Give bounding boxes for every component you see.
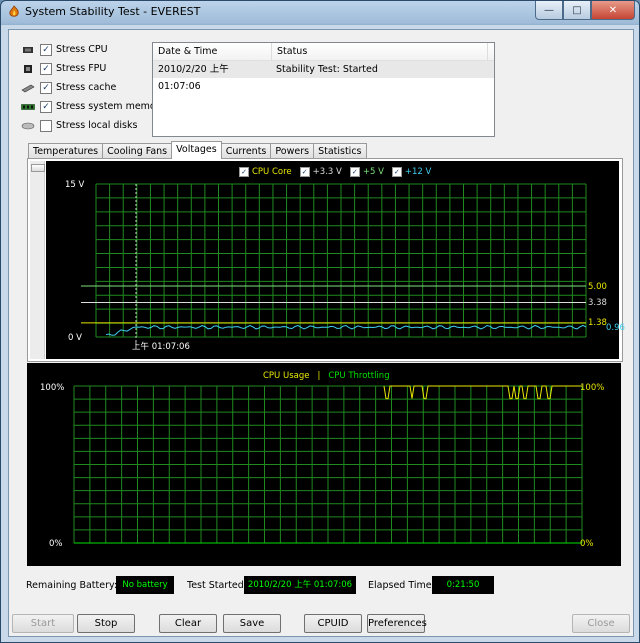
event-log-table[interactable]: Date & Time Status 2010/2/20 上午 01:07:06… [152, 42, 495, 137]
cpu-core-value-label: 1.38 [588, 318, 607, 328]
tab-temperatures[interactable]: Temperatures [28, 143, 104, 159]
usage-chart-svg [73, 385, 583, 544]
legend-cpu-core[interactable]: ✓ CPU Core [239, 167, 292, 177]
battery-value: No battery [116, 576, 174, 594]
legend-cpu-usage-label: CPU Usage [263, 371, 310, 381]
stress-cache-label: Stress cache [56, 82, 117, 93]
stress-memory-label: Stress system memory [56, 101, 166, 112]
cache-icon [21, 84, 35, 92]
title-bar[interactable]: System Stability Test - EVEREST — □ ✕ [1, 1, 639, 23]
legend-separator: | [317, 371, 321, 381]
log-datetime: 2010/2/20 上午 01:07:06 [158, 64, 229, 92]
stress-memory-checkbox[interactable]: ✓ [40, 100, 52, 113]
voltage-y-bottom-label: 0 V [68, 333, 82, 343]
voltage-graph: ✓ CPU Core ✓ +3.3 V ✓ +5 V ✓ +12 V 15 V … [46, 161, 625, 359]
stop-button[interactable]: Stop [77, 614, 135, 633]
stress-cache-option[interactable]: ✓ Stress cache [21, 78, 165, 97]
tab-currents[interactable]: Currents [220, 143, 272, 159]
legend-5v-label: +5 V [362, 167, 384, 177]
window-title: System Stability Test - EVEREST [25, 5, 201, 18]
client-area: ✓ Stress CPU ✓ Stress FPU ✓ Stress cache… [8, 29, 634, 637]
legend-3v3[interactable]: ✓ +3.3 V [299, 167, 342, 177]
tab-voltages[interactable]: Voltages [171, 141, 222, 159]
v5-value-label: 5.00 [588, 282, 607, 292]
stress-fpu-checkbox[interactable]: ✓ [40, 62, 52, 75]
minimize-button[interactable]: — [535, 1, 563, 20]
legend-cpu-throttling-label: CPU Throttling [328, 371, 390, 381]
scrollbar-thumb[interactable] [31, 164, 45, 172]
voltage-chart-svg [81, 183, 587, 345]
table-row[interactable]: 2010/2/20 上午 01:07:06 Stability Test: St… [153, 61, 494, 92]
legend-3v3-label: +3.3 V [312, 167, 342, 177]
test-started-label: Test Started: [187, 580, 248, 591]
everest-app-icon [9, 5, 19, 17]
voltage-x-time-label: 上午 01:07:06 [132, 342, 190, 352]
app-window: System Stability Test - EVEREST — □ ✕ ✓ … [0, 0, 640, 643]
disk-icon [21, 122, 35, 129]
test-started-value: 2010/2/20 上午 01:07:06 [244, 576, 356, 594]
elapsed-time-label: Elapsed Time: [368, 580, 435, 591]
vertical-scrollbar[interactable] [30, 161, 45, 359]
legend-12v-checkbox[interactable]: ✓ [391, 167, 402, 177]
save-button[interactable]: Save [223, 614, 281, 633]
status-bar: Remaining Battery: No battery Test Start… [24, 576, 624, 596]
log-status: Stability Test: Started [276, 64, 378, 75]
usage-legend: CPU Usage | CPU Throttling [263, 371, 390, 381]
log-header-row: Date & Time Status [153, 43, 494, 61]
maximize-button[interactable]: □ [563, 1, 591, 20]
legend-12v[interactable]: ✓ +12 V [391, 167, 432, 177]
close-window-button[interactable]: ✕ [591, 1, 635, 20]
legend-12v-label: +12 V [404, 167, 432, 177]
legend-cpu-core-label: CPU Core [252, 167, 292, 177]
stress-cpu-checkbox[interactable]: ✓ [40, 43, 52, 56]
usage-y-bottom-left-label: 0% [49, 539, 63, 549]
voltage-legend: ✓ CPU Core ✓ +3.3 V ✓ +5 V ✓ +12 V [239, 167, 431, 177]
stress-disks-label: Stress local disks [56, 120, 138, 131]
stress-cache-checkbox[interactable]: ✓ [40, 81, 52, 94]
legend-cpu-core-checkbox[interactable]: ✓ [239, 167, 249, 177]
usage-value-label: 100% [580, 383, 605, 393]
throttling-value-label: 0% [580, 539, 594, 549]
stress-cpu-label: Stress CPU [56, 44, 108, 55]
cpu-usage-series-line [383, 385, 582, 400]
stress-cpu-option[interactable]: ✓ Stress CPU [21, 40, 165, 59]
stress-disks-checkbox[interactable] [40, 119, 52, 132]
cpuid-button[interactable]: CPUID [304, 614, 362, 633]
stress-fpu-label: Stress FPU [56, 63, 107, 74]
clear-button[interactable]: Clear [159, 614, 217, 633]
tab-statistics[interactable]: Statistics [313, 143, 367, 159]
legend-3v3-checkbox[interactable]: ✓ [299, 167, 310, 177]
stress-disks-option[interactable]: Stress local disks [21, 116, 165, 135]
cpu-usage-graph: CPU Usage | CPU Throttling 100% 0% 100% … [27, 363, 621, 566]
voltages-panel: ✓ CPU Core ✓ +3.3 V ✓ +5 V ✓ +12 V 15 V … [27, 158, 625, 362]
legend-5v-checkbox[interactable]: ✓ [349, 167, 360, 177]
col-date-time[interactable]: Date & Time [153, 43, 272, 60]
preferences-button[interactable]: Preferences [367, 614, 427, 633]
close-button[interactable]: Close [572, 614, 630, 633]
v33-value-label: 3.38 [588, 298, 607, 308]
minimize-icon: — [544, 4, 554, 16]
memory-icon [21, 103, 35, 110]
stress-memory-option[interactable]: ✓ Stress system memory [21, 97, 165, 116]
close-icon: ✕ [608, 4, 618, 16]
stress-options: ✓ Stress CPU ✓ Stress FPU ✓ Stress cache… [21, 40, 165, 135]
tab-powers[interactable]: Powers [270, 143, 315, 159]
maximize-icon: □ [572, 4, 582, 16]
button-bar: Start Stop Clear Save CPUID Preferences … [9, 614, 633, 636]
usage-y-top-left-label: 100% [40, 383, 65, 393]
cpu-icon [23, 46, 33, 53]
fpu-icon [24, 64, 32, 73]
elapsed-time-value: 0:21:50 [432, 576, 494, 594]
start-button[interactable]: Start [12, 614, 74, 633]
voltage-y-top-label: 15 V [65, 180, 85, 190]
sensor-tabs: Temperatures Cooling Fans Voltages Curre… [28, 141, 367, 159]
stress-fpu-option[interactable]: ✓ Stress FPU [21, 59, 165, 78]
tab-cooling-fans[interactable]: Cooling Fans [102, 143, 173, 159]
legend-5v[interactable]: ✓ +5 V [349, 167, 384, 177]
col-status[interactable]: Status [272, 43, 488, 60]
battery-label: Remaining Battery: [26, 580, 118, 591]
v12-value-label: 0.96 [606, 323, 625, 333]
